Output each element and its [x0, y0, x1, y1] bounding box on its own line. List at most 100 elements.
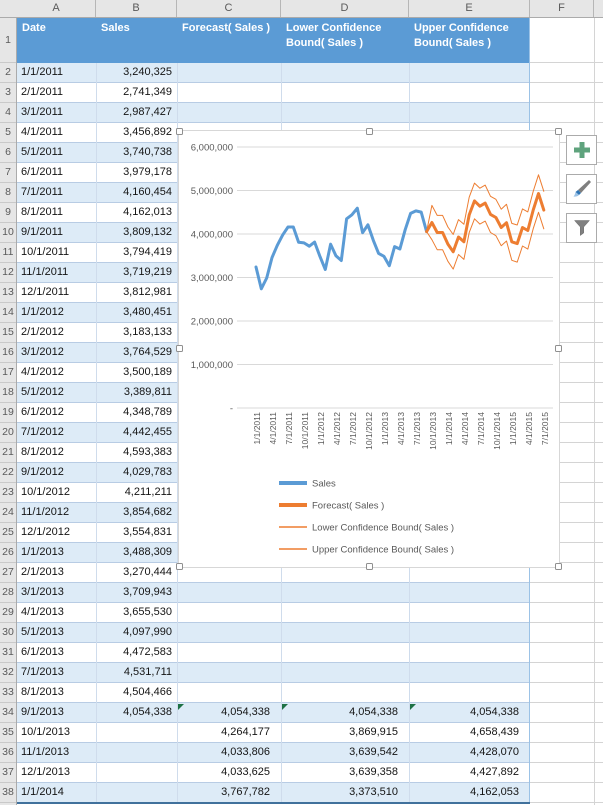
cell-date-8[interactable]: 7/1/2011: [17, 183, 96, 202]
chart-styles-button[interactable]: [566, 174, 597, 204]
cell-sales-22[interactable]: 4,029,783: [96, 463, 177, 482]
cell-sales-35[interactable]: [96, 723, 177, 742]
row-header-36[interactable]: 36: [0, 743, 16, 763]
cell-forecast-30[interactable]: [177, 623, 281, 642]
cell-sales-10[interactable]: 3,809,132: [96, 223, 177, 242]
cell-sales-16[interactable]: 3,764,529: [96, 343, 177, 362]
cell-sales-30[interactable]: 4,097,990: [96, 623, 177, 642]
cell-lower-2[interactable]: [281, 63, 409, 82]
cell-date-16[interactable]: 3/1/2012: [17, 343, 96, 362]
cell-date-34[interactable]: 9/1/2013: [17, 703, 96, 722]
cell-forecast-29[interactable]: [177, 603, 281, 622]
cell-sales-3[interactable]: 2,741,349: [96, 83, 177, 102]
table-header-lower[interactable]: Lower Confidence Bound( Sales ): [281, 18, 409, 63]
legend-item-1[interactable]: Forecast( Sales ): [279, 501, 384, 512]
cell-sales-14[interactable]: 3,480,451: [96, 303, 177, 322]
selection-handle[interactable]: [555, 345, 562, 352]
cell-date-13[interactable]: 12/1/2011: [17, 283, 96, 302]
cell-date-9[interactable]: 8/1/2011: [17, 203, 96, 222]
cell-date-38[interactable]: 1/1/2014: [17, 783, 96, 802]
cell-date-33[interactable]: 8/1/2013: [17, 683, 96, 702]
forecast-chart-object[interactable]: 6,000,000 5,000,000 4,000,000 3,000,000 2,00…: [176, 128, 562, 570]
cell-sales-29[interactable]: 3,655,530: [96, 603, 177, 622]
cell-sales-28[interactable]: 3,709,943: [96, 583, 177, 602]
cell-lower-38[interactable]: 3,373,510: [281, 783, 409, 802]
row-header-22[interactable]: 22: [0, 463, 16, 483]
row-header-23[interactable]: 23: [0, 483, 16, 503]
cell-lower-34[interactable]: 4,054,338: [281, 703, 409, 722]
cell-sales-18[interactable]: 3,389,811: [96, 383, 177, 402]
row-header-24[interactable]: 24: [0, 503, 16, 523]
cell-sales-34[interactable]: 4,054,338: [96, 703, 177, 722]
cell-upper-4[interactable]: [409, 103, 530, 122]
cell-lower-37[interactable]: 3,639,358: [281, 763, 409, 782]
cell-forecast-35[interactable]: 4,264,177: [177, 723, 281, 742]
chart-filters-button[interactable]: [566, 213, 597, 243]
row-header-20[interactable]: 20: [0, 423, 16, 443]
row-header-17[interactable]: 17: [0, 363, 16, 383]
cell-sales-2[interactable]: 3,240,325: [96, 63, 177, 82]
cell-date-19[interactable]: 6/1/2012: [17, 403, 96, 422]
cell-sales-33[interactable]: 4,504,466: [96, 683, 177, 702]
cell-date-2[interactable]: 1/1/2011: [17, 63, 96, 82]
cell-date-25[interactable]: 12/1/2012: [17, 523, 96, 542]
row-header-37[interactable]: 37: [0, 763, 16, 783]
cell-upper-29[interactable]: [409, 603, 530, 622]
cell-upper-30[interactable]: [409, 623, 530, 642]
cell-lower-3[interactable]: [281, 83, 409, 102]
table-header-sales[interactable]: Sales: [96, 18, 177, 63]
row-header-35[interactable]: 35: [0, 723, 16, 743]
chart-elements-button[interactable]: [566, 135, 597, 165]
row-header-10[interactable]: 10: [0, 223, 16, 243]
cell-date-12[interactable]: 11/1/2011: [17, 263, 96, 282]
table-header-upper[interactable]: Upper Confidence Bound( Sales ): [409, 18, 530, 63]
cell-sales-12[interactable]: 3,719,219: [96, 263, 177, 282]
cell-forecast-38[interactable]: 3,767,782: [177, 783, 281, 802]
cell-lower-32[interactable]: [281, 663, 409, 682]
cell-sales-13[interactable]: 3,812,981: [96, 283, 177, 302]
cell-date-20[interactable]: 7/1/2012: [17, 423, 96, 442]
cell-upper-36[interactable]: 4,428,070: [409, 743, 530, 762]
legend-item-3[interactable]: Upper Confidence Bound( Sales ): [279, 545, 454, 556]
row-header-9[interactable]: 9: [0, 203, 16, 223]
cell-upper-31[interactable]: [409, 643, 530, 662]
cell-sales-8[interactable]: 4,160,454: [96, 183, 177, 202]
cell-sales-38[interactable]: [96, 783, 177, 802]
row-header-7[interactable]: 7: [0, 163, 16, 183]
row-header-4[interactable]: 4: [0, 103, 16, 123]
cell-sales-17[interactable]: 3,500,189: [96, 363, 177, 382]
column-header-b[interactable]: B: [96, 0, 177, 17]
cell-forecast-3[interactable]: [177, 83, 281, 102]
row-header-31[interactable]: 31: [0, 643, 16, 663]
cell-sales-31[interactable]: 4,472,583: [96, 643, 177, 662]
cell-date-14[interactable]: 1/1/2012: [17, 303, 96, 322]
cell-sales-24[interactable]: 3,854,682: [96, 503, 177, 522]
column-header-a[interactable]: A: [17, 0, 96, 17]
cell-date-4[interactable]: 3/1/2011: [17, 103, 96, 122]
selection-handle[interactable]: [176, 345, 183, 352]
cell-upper-37[interactable]: 4,427,892: [409, 763, 530, 782]
row-header-13[interactable]: 13: [0, 283, 16, 303]
cell-sales-19[interactable]: 4,348,789: [96, 403, 177, 422]
cell-sales-6[interactable]: 3,740,738: [96, 143, 177, 162]
selection-handle[interactable]: [176, 563, 183, 570]
legend-item-2[interactable]: Lower Confidence Bound( Sales ): [279, 523, 454, 534]
row-header-21[interactable]: 21: [0, 443, 16, 463]
cell-date-29[interactable]: 4/1/2013: [17, 603, 96, 622]
cell-sales-21[interactable]: 4,593,383: [96, 443, 177, 462]
column-header-c[interactable]: C: [177, 0, 281, 17]
cell-date-27[interactable]: 2/1/2013: [17, 563, 96, 582]
selection-handle[interactable]: [555, 128, 562, 135]
cell-lower-28[interactable]: [281, 583, 409, 602]
cell-sales-32[interactable]: 4,531,711: [96, 663, 177, 682]
row-header-28[interactable]: 28: [0, 583, 16, 603]
legend-item-0[interactable]: Sales: [279, 479, 336, 490]
selection-handle[interactable]: [176, 128, 183, 135]
cell-lower-33[interactable]: [281, 683, 409, 702]
cell-sales-9[interactable]: 4,162,013: [96, 203, 177, 222]
row-header-27[interactable]: 27: [0, 563, 16, 583]
cell-sales-27[interactable]: 3,270,444: [96, 563, 177, 582]
cell-forecast-37[interactable]: 4,033,625: [177, 763, 281, 782]
row-header-6[interactable]: 6: [0, 143, 16, 163]
cell-date-3[interactable]: 2/1/2011: [17, 83, 96, 102]
